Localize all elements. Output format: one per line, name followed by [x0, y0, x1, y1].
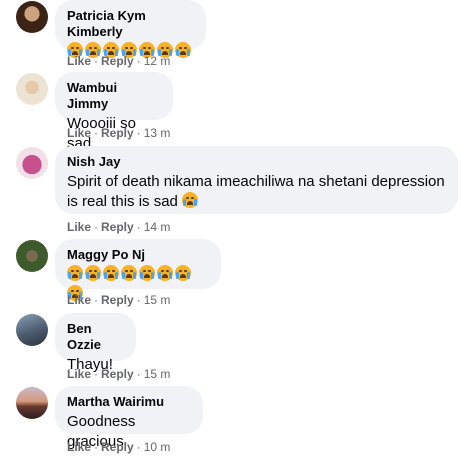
- separator: ·: [136, 220, 141, 234]
- reply-button[interactable]: Reply: [101, 126, 134, 140]
- crying-face-icon: [157, 265, 173, 281]
- avatar[interactable]: [16, 240, 48, 272]
- like-button[interactable]: Like: [67, 54, 91, 68]
- crying-face-icon: [182, 192, 199, 208]
- avatar[interactable]: [16, 147, 48, 179]
- separator: ·: [94, 367, 99, 381]
- comment-bubble: Maggy Po Nj: [55, 239, 221, 301]
- separator: ·: [94, 54, 99, 68]
- comment-text: Spirit of death nikama imeachiliwa na sh…: [67, 172, 446, 212]
- author-name[interactable]: Maggy Po Nj: [67, 247, 209, 263]
- crying-face-icon: [139, 265, 155, 281]
- avatar[interactable]: [16, 1, 48, 33]
- separator: ·: [94, 293, 99, 307]
- comment-actions: Like · Reply · 12 m: [67, 53, 170, 69]
- separator: ·: [94, 126, 99, 140]
- timestamp[interactable]: 15 m: [144, 367, 171, 381]
- separator: ·: [136, 293, 141, 307]
- separator: ·: [136, 367, 141, 381]
- crying-face-icon: [175, 42, 191, 58]
- separator: ·: [94, 220, 99, 234]
- crying-face-icon: [85, 265, 101, 281]
- timestamp[interactable]: 13 m: [144, 126, 171, 140]
- reply-button[interactable]: Reply: [101, 293, 134, 307]
- crying-face-icon: [67, 265, 83, 281]
- like-button[interactable]: Like: [67, 293, 91, 307]
- like-button[interactable]: Like: [67, 220, 91, 234]
- comment-bubble: Ben Ozzie Thayu!: [55, 313, 136, 373]
- avatar[interactable]: [16, 387, 48, 419]
- crying-face-icon: [121, 265, 137, 281]
- comment-bubble: Wambui Jimmy Woooiii so sad: [55, 72, 173, 152]
- separator: ·: [136, 440, 141, 454]
- comment-actions: Like · Reply · 15 m: [67, 366, 170, 382]
- comment-actions: Like · Reply · 13 m: [67, 125, 170, 141]
- author-name[interactable]: Nish Jay: [67, 154, 446, 170]
- separator: ·: [136, 126, 141, 140]
- comment-actions: Like · Reply · 14 m: [67, 219, 170, 235]
- separator: ·: [136, 54, 141, 68]
- timestamp[interactable]: 14 m: [144, 220, 171, 234]
- avatar[interactable]: [16, 73, 48, 105]
- author-name[interactable]: Ben Ozzie: [67, 321, 124, 353]
- reply-button[interactable]: Reply: [101, 367, 134, 381]
- comment-bubble: Martha Wairimu Goodness gracious: [55, 386, 203, 450]
- like-button[interactable]: Like: [67, 126, 91, 140]
- comment-text-content: Spirit of death nikama imeachiliwa na sh…: [67, 173, 445, 210]
- timestamp[interactable]: 10 m: [144, 440, 171, 454]
- author-name[interactable]: Patricia Kym Kimberly: [67, 8, 194, 40]
- timestamp[interactable]: 15 m: [144, 293, 171, 307]
- separator: ·: [94, 440, 99, 454]
- author-name[interactable]: Wambui Jimmy: [67, 80, 161, 112]
- reply-button[interactable]: Reply: [101, 440, 134, 454]
- like-button[interactable]: Like: [67, 367, 91, 381]
- reply-button[interactable]: Reply: [101, 220, 134, 234]
- author-name[interactable]: Martha Wairimu: [67, 394, 191, 410]
- comment-actions: Like · Reply · 15 m: [67, 292, 170, 308]
- timestamp[interactable]: 12 m: [144, 54, 171, 68]
- like-button[interactable]: Like: [67, 440, 91, 454]
- reply-button[interactable]: Reply: [101, 54, 134, 68]
- crying-face-icon: [103, 265, 119, 281]
- comment-bubble: Patricia Kym Kimberly: [55, 0, 206, 58]
- avatar[interactable]: [16, 314, 48, 346]
- comment-bubble: Nish Jay Spirit of death nikama imeachil…: [55, 146, 458, 214]
- crying-face-icon: [175, 265, 191, 281]
- comment-actions: Like · Reply · 10 m: [67, 439, 170, 455]
